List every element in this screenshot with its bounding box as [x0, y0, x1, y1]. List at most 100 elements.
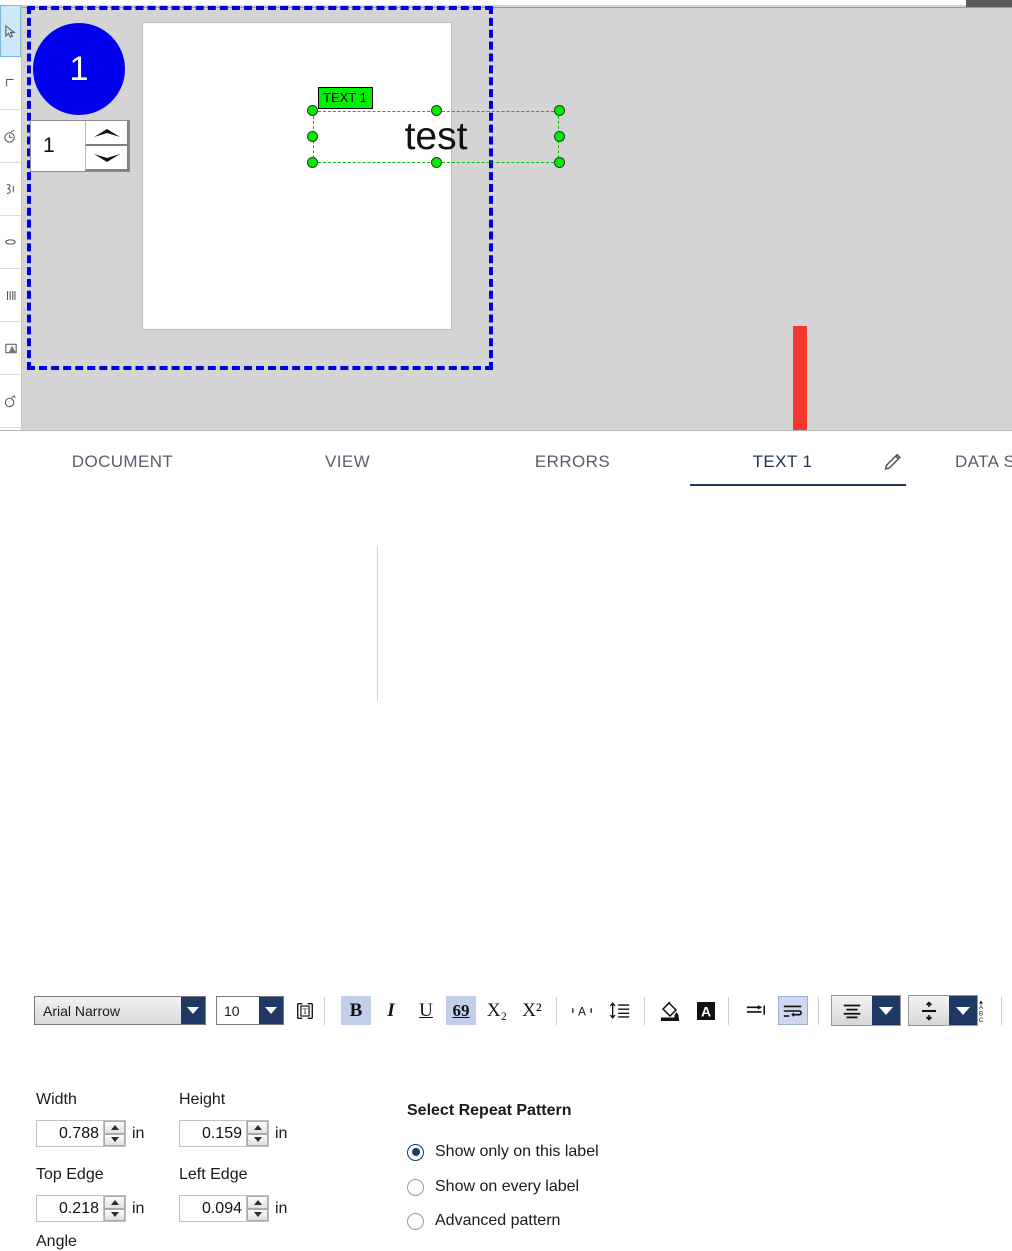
radio-show-only-this-label[interactable]: Show only on this label [407, 1143, 599, 1161]
radio-show-only-this-label-dot[interactable] [407, 1144, 424, 1161]
resize-handle-bottom-left[interactable] [307, 157, 318, 168]
left-edge-stepper[interactable] [246, 1196, 268, 1221]
tab-view[interactable]: VIEW [270, 431, 425, 493]
resize-handle-middle-left[interactable] [307, 131, 318, 142]
radio-show-every-label-dot[interactable] [407, 1179, 424, 1196]
tool-image-icon[interactable] [0, 322, 21, 375]
top-edge-stepper[interactable] [103, 1196, 125, 1221]
radio-show-only-this-label-text: Show only on this label [435, 1143, 599, 1161]
text-object-name-tag: TEXT 1 [318, 87, 373, 109]
left-edge-stepper-up[interactable] [247, 1196, 268, 1209]
width-stepper[interactable] [103, 1121, 125, 1146]
top-edge-value[interactable]: 0.218 [37, 1196, 103, 1221]
top-edge-stepper-down[interactable] [104, 1209, 125, 1222]
label-number-spinner-buttons[interactable] [85, 121, 129, 171]
font-size-value[interactable]: 10 [217, 997, 259, 1024]
bold-button[interactable]: B [341, 996, 371, 1025]
top-edge-stepper-up[interactable] [104, 1196, 125, 1209]
label-spinner-down-button[interactable] [85, 146, 129, 171]
text-wrap-button[interactable] [778, 996, 808, 1025]
height-input[interactable]: 0.159 [179, 1120, 269, 1147]
text-wrap-icon [782, 1002, 804, 1020]
tool-pointer-icon[interactable] [0, 5, 21, 57]
label-number-spinner[interactable]: 1 [30, 120, 130, 172]
label-spinner-up-button[interactable] [85, 121, 129, 146]
text-object-selection[interactable]: TEXT 1 test [313, 111, 559, 163]
fill-color-button[interactable] [655, 996, 685, 1025]
strikethrough-button[interactable]: 69 [446, 996, 476, 1025]
line-spacing-button[interactable] [605, 996, 635, 1025]
fill-color-icon [658, 1000, 682, 1022]
tab-errors[interactable]: ERRORS [495, 431, 650, 493]
font-family-dropdown-arrow-icon[interactable] [181, 997, 205, 1024]
height-value[interactable]: 0.159 [180, 1121, 246, 1146]
tool-ellipse-icon[interactable] [0, 216, 21, 269]
properties-and-options-panels: Width 0.788 in Height 0.159 in Top Edge … [0, 545, 1012, 701]
top-edge-input[interactable]: 0.218 [36, 1195, 126, 1222]
resize-handle-bottom-right[interactable] [554, 157, 565, 168]
toolbar-separator-2 [556, 997, 557, 1025]
width-value[interactable]: 0.788 [37, 1121, 103, 1146]
tab-errors-label: ERRORS [535, 452, 610, 472]
text-frame-button[interactable]: T [290, 996, 320, 1025]
text-fit-button[interactable] [741, 996, 771, 1025]
height-stepper[interactable] [246, 1121, 268, 1146]
svg-text:A: A [578, 1004, 586, 1018]
vertical-text-icon: A B C [974, 999, 988, 1023]
width-stepper-down[interactable] [104, 1134, 125, 1147]
font-size-dropdown-arrow-icon[interactable] [259, 997, 283, 1024]
left-tool-strip[interactable] [0, 5, 22, 430]
left-edge-stepper-down[interactable] [247, 1209, 268, 1222]
vertical-align-button[interactable] [909, 996, 949, 1025]
resize-handle-top-right[interactable] [554, 105, 565, 116]
subscript-button[interactable]: X₂ [482, 996, 512, 1025]
height-stepper-down[interactable] [247, 1134, 268, 1147]
font-family-value[interactable]: Arial Narrow [35, 997, 181, 1024]
left-edge-value[interactable]: 0.094 [180, 1196, 246, 1221]
font-size-combobox[interactable]: 10 [216, 996, 284, 1025]
font-color-button[interactable]: A [691, 996, 721, 1025]
label-number-spinner-value[interactable]: 1 [31, 121, 85, 171]
main-tab-bar[interactable]: DOCUMENT VIEW ERRORS TEXT 1 DATA S [0, 430, 1012, 493]
tool-clock-icon[interactable] [0, 110, 21, 163]
tab-data-sources[interactable]: DATA S [955, 431, 1012, 493]
tab-document[interactable]: DOCUMENT [45, 431, 200, 493]
character-spacing-button[interactable]: A [567, 996, 597, 1025]
vertical-text-button[interactable]: A B C [966, 996, 996, 1025]
top-edge-label: Top Edge [36, 1166, 104, 1184]
svg-text:A: A [979, 1005, 983, 1011]
text-format-toolbar[interactable]: Arial Narrow 10 T B I U 69 X₂ X² A [0, 492, 1012, 546]
radio-advanced-pattern[interactable]: Advanced pattern [407, 1212, 560, 1230]
width-stepper-up[interactable] [104, 1121, 125, 1134]
underline-button[interactable]: U [411, 996, 441, 1025]
pencil-icon [882, 451, 904, 473]
width-input[interactable]: 0.788 [36, 1120, 126, 1147]
bold-label: B [350, 1001, 363, 1020]
tool-lines-icon[interactable] [0, 269, 21, 322]
label-number-badge: 1 [33, 23, 125, 115]
radio-show-every-label[interactable]: Show on every label [407, 1178, 579, 1196]
toolbar-separator-3 [644, 997, 645, 1025]
radio-advanced-pattern-dot[interactable] [407, 1213, 424, 1230]
resize-handle-top-left[interactable] [307, 105, 318, 116]
panel-divider [377, 545, 378, 701]
tool-shape-icon[interactable] [0, 57, 21, 110]
tool-pen-icon[interactable] [0, 375, 21, 428]
vertical-align-icon [919, 1001, 939, 1021]
underline-label: U [419, 1001, 433, 1020]
superscript-button[interactable]: X² [517, 996, 547, 1025]
resize-handle-middle-right[interactable] [554, 131, 565, 142]
tool-barcode-icon[interactable] [0, 163, 21, 216]
resize-handle-bottom-center[interactable] [431, 157, 442, 168]
horizontal-align-button[interactable] [832, 996, 872, 1025]
strikethrough-label: 69 [453, 1002, 470, 1019]
left-edge-input[interactable]: 0.094 [179, 1195, 269, 1222]
horizontal-align-split-button[interactable] [831, 995, 901, 1026]
resize-handle-top-center[interactable] [431, 105, 442, 116]
superscript-label: X² [522, 1001, 541, 1020]
horizontal-align-dropdown-arrow-icon[interactable] [872, 996, 900, 1025]
font-family-combobox[interactable]: Arial Narrow [34, 996, 206, 1025]
height-stepper-up[interactable] [247, 1121, 268, 1134]
italic-button[interactable]: I [376, 996, 406, 1025]
label-sheet[interactable]: TEXT 1 test [142, 22, 452, 330]
